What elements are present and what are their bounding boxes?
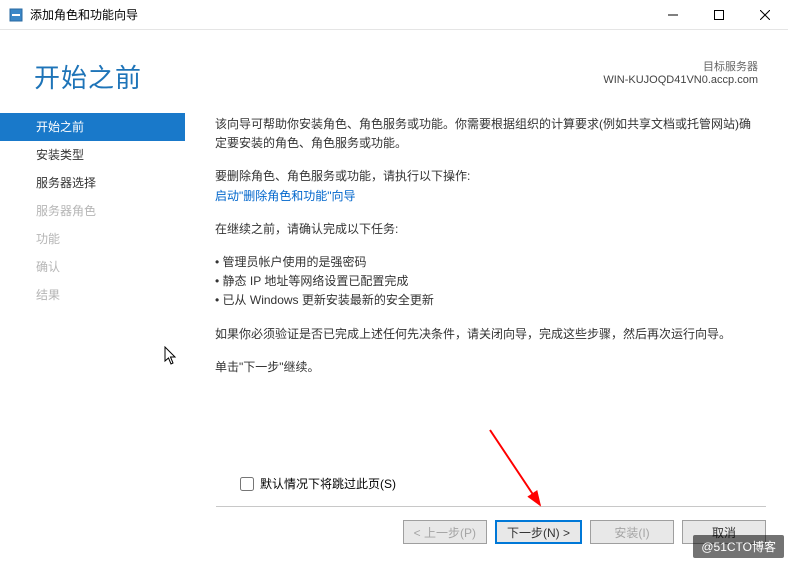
nav-server-roles: 服务器角色 bbox=[0, 197, 185, 225]
nav-server-selection[interactable]: 服务器选择 bbox=[0, 169, 185, 197]
intro-text: 该向导可帮助你安装角色、角色服务或功能。你需要根据组织的计算要求(例如共享文档或… bbox=[215, 115, 758, 153]
list-item: 已从 Windows 更新安装最新的安全更新 bbox=[215, 291, 758, 310]
maximize-button[interactable] bbox=[696, 0, 742, 30]
body: 开始之前 安装类型 服务器选择 服务器角色 功能 确认 结果 该向导可帮助你安装… bbox=[0, 113, 788, 391]
nav-features: 功能 bbox=[0, 225, 185, 253]
next-hint: 单击"下一步"继续。 bbox=[215, 358, 758, 377]
footer: < 上一步(P) 下一步(N) > 安装(I) 取消 bbox=[0, 514, 788, 550]
verify-text: 如果你必须验证是否已完成上述任何先决条件，请关闭向导，完成这些步骤，然后再次运行… bbox=[215, 325, 758, 344]
page-title: 开始之前 bbox=[34, 58, 142, 95]
close-button[interactable] bbox=[742, 0, 788, 30]
sidebar: 开始之前 安装类型 服务器选择 服务器角色 功能 确认 结果 bbox=[0, 113, 185, 391]
window-title: 添加角色和功能向导 bbox=[30, 6, 138, 23]
next-button[interactable]: 下一步(N) > bbox=[495, 520, 582, 544]
list-item: 静态 IP 地址等网络设置已配置完成 bbox=[215, 272, 758, 291]
list-item: 管理员帐户使用的是强密码 bbox=[215, 253, 758, 272]
nav-results: 结果 bbox=[0, 281, 185, 309]
server-name: WIN-KUJOQD41VN0.accp.com bbox=[603, 74, 758, 86]
titlebar: 添加角色和功能向导 bbox=[0, 0, 788, 30]
app-icon bbox=[8, 7, 24, 23]
minimize-button[interactable] bbox=[650, 0, 696, 30]
nav-before-you-begin[interactable]: 开始之前 bbox=[0, 113, 185, 141]
nav-confirmation: 确认 bbox=[0, 253, 185, 281]
remove-roles-link[interactable]: 启动"删除角色和功能"向导 bbox=[215, 187, 758, 206]
content: 该向导可帮助你安装角色、角色服务或功能。你需要根据组织的计算要求(例如共享文档或… bbox=[185, 113, 758, 391]
previous-button: < 上一步(P) bbox=[403, 520, 487, 544]
watermark: @51CTO博客 bbox=[693, 535, 784, 558]
annotation-arrow bbox=[480, 420, 580, 525]
skip-checkbox[interactable] bbox=[240, 477, 254, 491]
confirm-label: 在继续之前，请确认完成以下任务: bbox=[215, 220, 758, 239]
skip-checkbox-row: 默认情况下将跳过此页(S) bbox=[240, 475, 396, 492]
remove-section: 要删除角色、角色服务或功能，请执行以下操作: 启动"删除角色和功能"向导 bbox=[215, 167, 758, 205]
nav-installation-type[interactable]: 安装类型 bbox=[0, 141, 185, 169]
skip-checkbox-label[interactable]: 默认情况下将跳过此页(S) bbox=[260, 475, 396, 492]
separator bbox=[216, 506, 766, 507]
prereq-list: 管理员帐户使用的是强密码 静态 IP 地址等网络设置已配置完成 已从 Windo… bbox=[215, 253, 758, 311]
install-button: 安装(I) bbox=[590, 520, 674, 544]
header: 开始之前 目标服务器 WIN-KUJOQD41VN0.accp.com bbox=[0, 30, 788, 113]
window-controls bbox=[650, 0, 788, 30]
server-info: 目标服务器 WIN-KUJOQD41VN0.accp.com bbox=[603, 58, 758, 86]
remove-label: 要删除角色、角色服务或功能，请执行以下操作: bbox=[215, 167, 758, 186]
server-label: 目标服务器 bbox=[603, 58, 758, 74]
